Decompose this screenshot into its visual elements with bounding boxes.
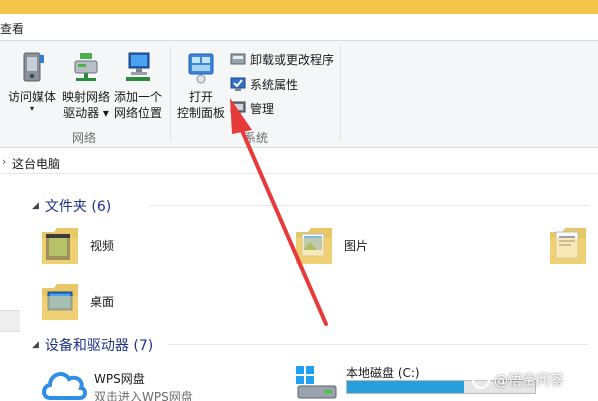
tab-view[interactable]: 查看: [0, 20, 24, 37]
folder-videos-label: 视频: [90, 238, 115, 253]
uninstall-label: 卸载或更改程序: [250, 52, 335, 67]
devices-section-header[interactable]: ◢ 设备和驱动器 (7): [32, 335, 153, 355]
system-group-label: 系统: [244, 131, 269, 145]
folders-section-title: 文件夹 (6): [44, 199, 112, 215]
open-label: 打开: [188, 90, 213, 104]
collapse-caret-icon[interactable]: ◢: [32, 340, 39, 350]
folder-pictures-label: 图片: [344, 238, 369, 253]
videos-folder-icon: [42, 228, 78, 264]
wps-cloud-subtitle: 双击进入WPS网盘: [94, 390, 193, 401]
watermark-logo-icon: [472, 371, 490, 389]
watermark-text: @悟空问答: [494, 373, 564, 389]
navigation-pane-selected-item[interactable]: [0, 310, 20, 332]
local-disk-c-name: 本地磁盘 (C:): [346, 366, 420, 380]
desktop-folder-icon: [42, 284, 78, 320]
hard-drive-icon: [296, 366, 337, 399]
folder-desktop-label: 桌面: [90, 294, 115, 309]
ribbon-tab-bar: 查看: [0, 14, 598, 40]
media-device-icon: [23, 52, 44, 82]
dropdown-arrow-icon: ▾: [29, 104, 34, 113]
documents-folder-icon: [550, 228, 586, 264]
folders-section-header[interactable]: ◢ 文件夹 (6): [32, 196, 111, 216]
breadcrumb-this-pc[interactable]: 这台电脑: [12, 155, 60, 172]
add-network-location-button[interactable]: 添加一个 网络位置: [110, 49, 166, 121]
map-drive-label-2: 驱动器 ▾: [63, 106, 109, 120]
network-group-label: 网络: [72, 131, 97, 145]
section-divider: [150, 205, 590, 206]
add-location-label-2: 网络位置: [113, 106, 162, 120]
manage-button[interactable]: 管理: [230, 98, 274, 118]
uninstall-program-button[interactable]: 卸载或更改程序: [230, 49, 334, 69]
manage-label: 管理: [250, 101, 275, 116]
devices-section-title: 设备和驱动器 (7): [44, 338, 154, 354]
manage-icon: [230, 101, 246, 115]
ribbon: 访问媒体 ▾ 映射网络 驱动器 ▾ 添加一个 网络位置 网络 打开 控制面板 卸…: [0, 40, 598, 148]
pictures-folder-icon: [296, 228, 332, 264]
folder-videos[interactable]: 视频: [40, 222, 114, 268]
collapse-caret-icon[interactable]: ◢: [32, 201, 39, 211]
wps-cloud-name: WPS网盘: [94, 372, 145, 386]
open-control-panel-button[interactable]: 打开 控制面板: [176, 49, 226, 121]
control-panel-icon: [188, 53, 214, 84]
system-properties-label: 系统属性: [250, 77, 299, 92]
address-bar[interactable]: › 这台电脑: [0, 150, 598, 174]
access-media-button[interactable]: 访问媒体 ▾: [4, 49, 60, 113]
folder-pictures[interactable]: 图片: [294, 222, 368, 268]
add-location-label-1: 添加一个: [113, 90, 162, 104]
system-properties-button[interactable]: 系统属性: [230, 74, 298, 94]
watermark: @悟空问答: [472, 370, 564, 390]
device-wps-cloud[interactable]: WPS网盘 双击进入WPS网盘: [40, 364, 240, 401]
folder-documents[interactable]: [548, 222, 598, 268]
control-panel-label: 控制面板: [176, 106, 225, 120]
system-properties-icon: [230, 77, 246, 91]
network-location-icon: [126, 52, 150, 81]
uninstall-icon: [230, 53, 246, 65]
map-network-drive-button[interactable]: 映射网络 驱动器 ▾: [58, 49, 114, 121]
group-separator: [170, 45, 171, 141]
folder-desktop[interactable]: 桌面: [40, 278, 114, 324]
navigation-pane[interactable]: [0, 175, 20, 401]
map-drive-label-1: 映射网络: [61, 90, 110, 104]
section-divider: [168, 344, 588, 345]
group-separator: [340, 45, 341, 141]
cloud-icon: [42, 372, 87, 400]
disk-usage-fill: [347, 381, 464, 393]
network-drive-icon: [74, 53, 98, 81]
title-bar: [0, 0, 598, 14]
chevron-right-icon[interactable]: ›: [2, 155, 6, 168]
access-media-label: 访问媒体: [7, 90, 56, 104]
